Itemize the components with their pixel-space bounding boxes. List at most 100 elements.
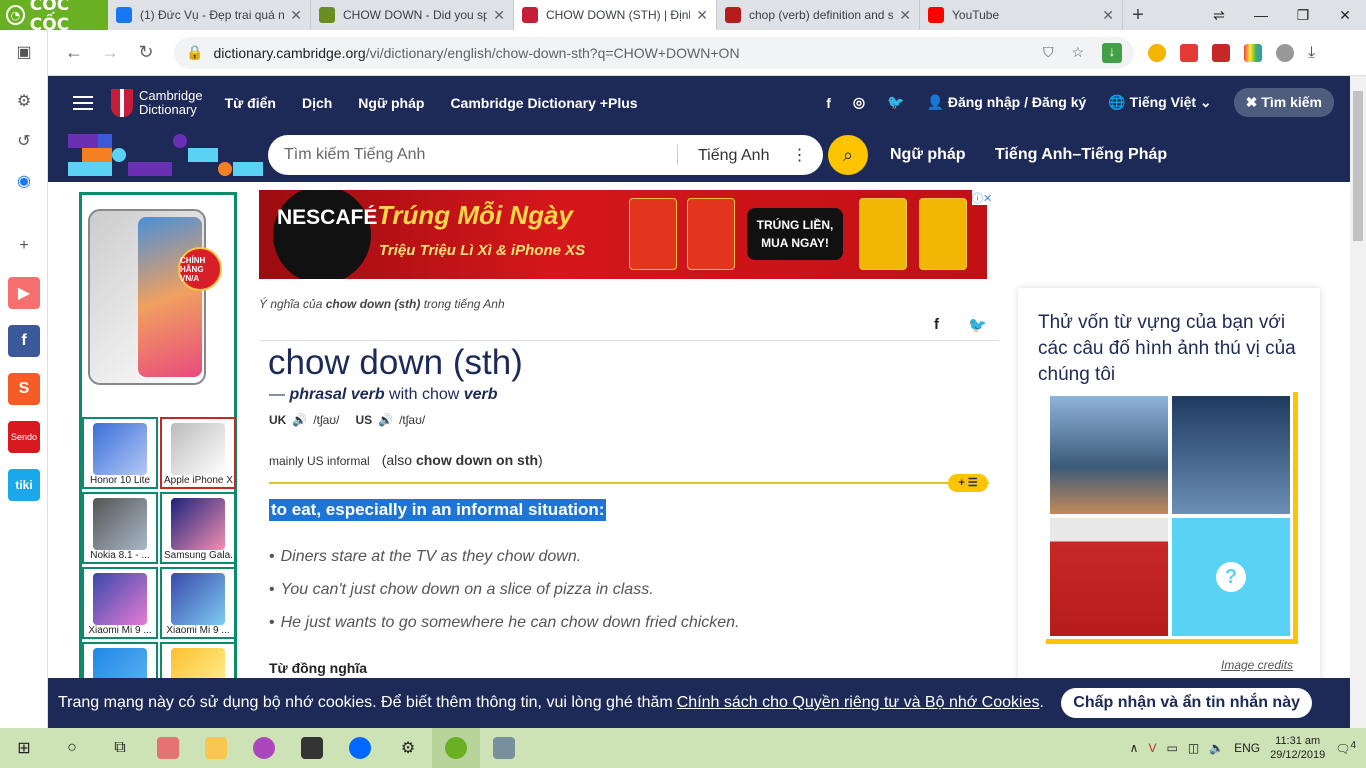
- product-item[interactable]: Nokia 8.1 - ...: [82, 492, 158, 564]
- instagram-icon[interactable]: ◎: [853, 94, 865, 111]
- extension-color-icon[interactable]: [1244, 43, 1262, 62]
- app-icon[interactable]: [480, 728, 528, 768]
- search-language-select[interactable]: Tiếng Anh ⋮: [677, 145, 823, 165]
- browser-brand[interactable]: ◔ CỐC CỐC: [0, 0, 108, 35]
- language-selector[interactable]: 🌐 Tiếng Việt ⌄: [1108, 94, 1211, 111]
- english-french-link[interactable]: Tiếng Anh–Tiếng Pháp: [995, 146, 1167, 164]
- close-icon[interactable]: ✕: [899, 7, 911, 24]
- share-twitter-icon[interactable]: 🐦: [968, 316, 987, 334]
- shopee-shortcut-icon[interactable]: S: [8, 373, 40, 405]
- profile-avatar[interactable]: [1276, 43, 1294, 62]
- chevron-up-icon[interactable]: ∧: [1130, 741, 1139, 755]
- search-circle-icon[interactable]: ○: [48, 728, 96, 768]
- restore-button[interactable]: ❐: [1282, 7, 1324, 24]
- close-icon[interactable]: ✕: [696, 7, 708, 24]
- forward-icon[interactable]: →: [92, 42, 128, 63]
- search-input[interactable]: Tìm kiếm Tiếng Anh: [268, 146, 677, 164]
- close-icon[interactable]: ✕: [493, 7, 505, 24]
- volume-icon[interactable]: 🔈: [1209, 741, 1224, 755]
- skyscraper-image[interactable]: [1050, 396, 1168, 514]
- tray-app-icon[interactable]: V: [1148, 741, 1156, 755]
- barn-image[interactable]: [1050, 518, 1168, 636]
- product-item[interactable]: Apple iPhone X: [160, 417, 236, 489]
- search-toggle-button[interactable]: ✖ Tìm kiếm: [1233, 88, 1334, 117]
- app-icon[interactable]: [144, 728, 192, 768]
- nav-translate[interactable]: Dịch: [302, 95, 332, 111]
- nescafe-banner-ad[interactable]: NESCAFÉ Trúng Mỗi Ngày Triệu Triệu Lì Xì…: [259, 190, 987, 279]
- battery-icon[interactable]: ▭: [1166, 741, 1177, 755]
- close-icon[interactable]: ✕: [1102, 7, 1114, 24]
- tab-cambridge-active[interactable]: CHOW DOWN (STH) | Định ✕: [514, 0, 717, 30]
- facebook-shortcut-icon[interactable]: f: [8, 325, 40, 357]
- nav-dictionary[interactable]: Từ điển: [225, 95, 276, 111]
- tab-facebook[interactable]: (1) Đức Vụ - Đẹp trai quá nè ✕: [108, 0, 311, 30]
- close-icon[interactable]: ✕: [290, 7, 302, 24]
- product-item[interactable]: Honor 10 Lite: [82, 417, 158, 489]
- add-to-list-button[interactable]: + ☰: [948, 474, 988, 492]
- messenger-icon[interactable]: ◉: [8, 165, 40, 197]
- new-tab-button[interactable]: +: [1123, 4, 1153, 27]
- coccoc-taskbar-icon[interactable]: [432, 728, 480, 768]
- reload-icon[interactable]: ↻: [128, 42, 164, 63]
- clock[interactable]: 11:31 am 29/12/2019: [1270, 734, 1325, 762]
- left-product-ad[interactable]: CHÍNH HÃNG VN/A Honor 10 Lite Apple iPho…: [79, 192, 237, 738]
- product-item[interactable]: Samsung Gala...: [160, 492, 236, 564]
- twitter-icon[interactable]: 🐦: [887, 94, 904, 111]
- windmill-image[interactable]: [1172, 396, 1290, 514]
- ad-close-icon[interactable]: ⓘ✕: [972, 190, 992, 205]
- tab-chop-definition[interactable]: chop (verb) definition and s ✕: [717, 0, 920, 30]
- add-shortcut-icon[interactable]: +: [8, 230, 40, 262]
- notification-icon[interactable]: 🗨4: [1335, 740, 1356, 756]
- extension-red-icon[interactable]: [1212, 43, 1230, 62]
- bookmark-star-icon[interactable]: ☆: [1071, 44, 1084, 61]
- cambridge-logo[interactable]: Cambridge Dictionary: [111, 88, 203, 117]
- login-link[interactable]: 👤 Đăng nhập / Đăng ký: [927, 94, 1087, 111]
- question-image[interactable]: ?: [1172, 518, 1290, 636]
- audio-uk-icon[interactable]: 🔊: [292, 413, 307, 427]
- hamburger-menu-icon[interactable]: [73, 92, 93, 114]
- download-icon[interactable]: ↓: [1102, 42, 1122, 63]
- extension-adblock-icon[interactable]: [1180, 43, 1198, 62]
- product-item[interactable]: Xiaomi Mi 9 ...: [160, 567, 236, 639]
- extension-chrome-icon[interactable]: [1148, 43, 1166, 62]
- file-explorer-icon[interactable]: [192, 728, 240, 768]
- sendo-shortcut-icon[interactable]: Sendo: [8, 421, 40, 453]
- back-icon[interactable]: ←: [56, 42, 92, 63]
- tab-youtube[interactable]: YouTube ✕: [920, 0, 1123, 30]
- youtube-shortcut-icon[interactable]: ▶: [8, 277, 40, 309]
- minimize-button[interactable]: —: [1240, 7, 1282, 24]
- shield-icon[interactable]: ⛉: [1043, 44, 1054, 61]
- zalo-icon[interactable]: [336, 728, 384, 768]
- input-language[interactable]: ENG: [1234, 741, 1260, 755]
- windows-start-icon[interactable]: ⊞: [0, 728, 48, 768]
- accept-cookies-button[interactable]: Chấp nhận và ẩn tin nhắn này: [1061, 688, 1312, 718]
- nav-grammar[interactable]: Ngữ pháp: [358, 95, 424, 111]
- image-credits-link[interactable]: Image credits: [1221, 658, 1293, 672]
- settings-icon[interactable]: ⚙: [8, 85, 40, 117]
- nav-plus[interactable]: Cambridge Dictionary +Plus: [450, 95, 637, 111]
- history-icon[interactable]: ↺: [8, 125, 40, 157]
- search-box[interactable]: Tìm kiếm Tiếng Anh Tiếng Anh ⋮: [268, 135, 823, 175]
- grammar-link[interactable]: Ngữ pháp: [890, 146, 966, 164]
- share-facebook-icon[interactable]: f: [934, 316, 939, 333]
- paint-icon[interactable]: [240, 728, 288, 768]
- sidebar-toggle-icon[interactable]: ▣: [8, 36, 40, 68]
- image-quiz-widget[interactable]: Thử vốn từ vựng của bạn với các câu đố h…: [1018, 288, 1320, 738]
- app-icon[interactable]: [288, 728, 336, 768]
- facebook-icon[interactable]: f: [826, 95, 831, 111]
- audio-us-icon[interactable]: 🔊: [378, 413, 393, 427]
- page-scrollbar[interactable]: [1350, 76, 1366, 738]
- tab-search-icon[interactable]: ⇌: [1198, 7, 1240, 24]
- task-view-icon[interactable]: ⧉: [96, 728, 144, 768]
- scrollbar-thumb[interactable]: [1353, 91, 1363, 241]
- search-icon[interactable]: ⌕: [828, 135, 868, 175]
- address-bar[interactable]: 🔒 dictionary.cambridge.org/vi/dictionary…: [174, 36, 1134, 69]
- tab-chow-down-spell[interactable]: CHOW DOWN - Did you sp ✕: [311, 0, 514, 30]
- privacy-policy-link[interactable]: Chính sách cho Quyền riêng tư và Bộ nhớ …: [677, 694, 1040, 712]
- product-item[interactable]: Xiaomi Mi 9 ...: [82, 567, 158, 639]
- settings-icon[interactable]: ⚙: [384, 728, 432, 768]
- iphone-x-image[interactable]: [88, 209, 206, 385]
- tiki-shortcut-icon[interactable]: tiki: [8, 469, 40, 501]
- network-icon[interactable]: ◫: [1188, 741, 1199, 755]
- download-menu-icon[interactable]: ⤓: [1308, 44, 1315, 62]
